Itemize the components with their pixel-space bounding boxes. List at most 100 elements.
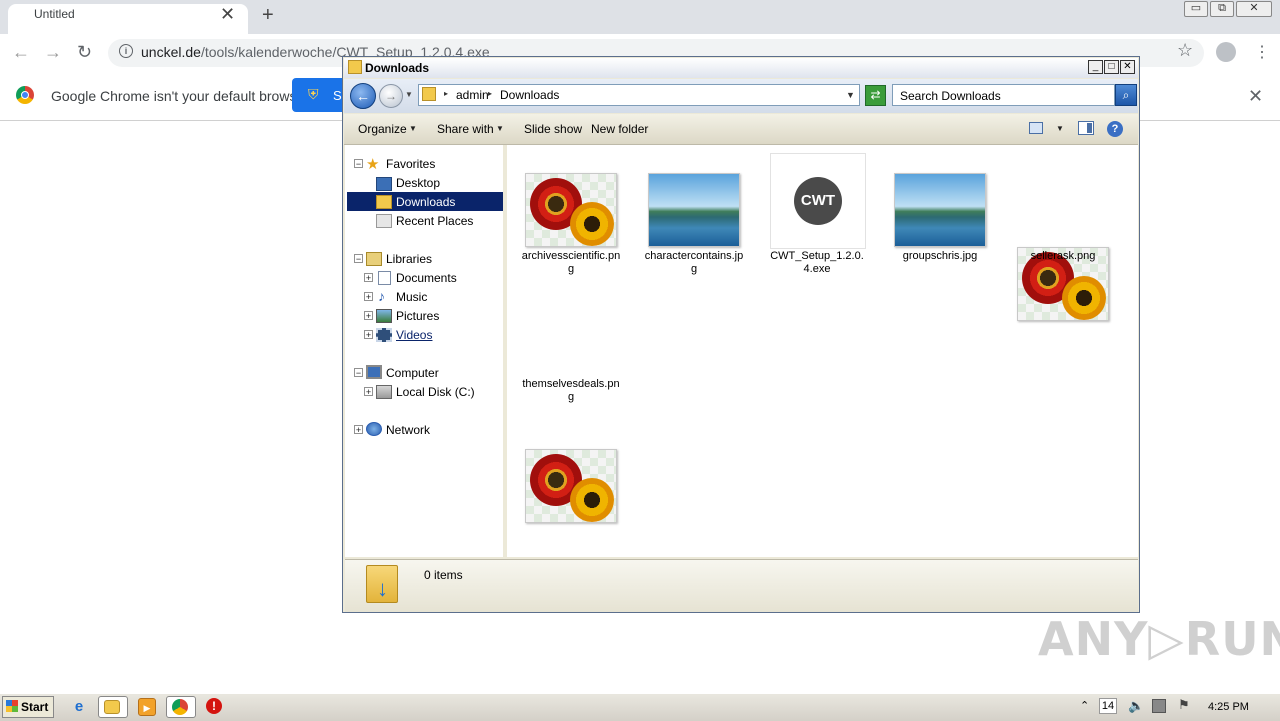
preview-pane-icon[interactable] — [1078, 121, 1094, 135]
help-icon[interactable]: ? — [1107, 121, 1123, 137]
recent-pages-dropdown-icon[interactable]: ▼ — [405, 90, 413, 99]
videos-icon — [376, 328, 392, 342]
clock[interactable]: 4:25 PM — [1208, 701, 1249, 713]
file-name[interactable]: sellerask.png — [1013, 250, 1113, 263]
explorer-forward-button[interactable]: → — [379, 84, 403, 108]
breadcrumb-chevron-icon[interactable]: ▸ — [444, 89, 448, 98]
nav-favorites[interactable]: Favorites — [386, 157, 435, 171]
address-folder-icon — [422, 87, 436, 101]
file-name[interactable]: charactercontains.jpg — [644, 250, 744, 276]
volume-icon[interactable]: 🔈 — [1128, 698, 1144, 714]
search-placeholder: Search Downloads — [900, 89, 1001, 103]
chevron-down-icon[interactable]: ▼ — [409, 124, 417, 133]
set-as-default-label: S — [333, 88, 342, 103]
expand-icon[interactable]: + — [364, 292, 373, 302]
chrome-logo-icon — [16, 86, 34, 104]
file-name[interactable]: themselvesdeals.png — [521, 378, 621, 404]
nav-videos[interactable]: Videos — [396, 328, 432, 342]
nav-network[interactable]: Network — [386, 423, 430, 437]
chrome-menu-icon[interactable]: ⋮ — [1254, 42, 1270, 62]
file-thumbnail[interactable] — [525, 173, 617, 247]
local-disk-icon — [376, 385, 392, 399]
breadcrumb-chevron-icon[interactable]: ▸ — [488, 89, 492, 98]
file-thumbnail[interactable] — [894, 173, 986, 247]
share-with-button[interactable]: Share with — [437, 122, 494, 136]
organize-button[interactable]: Organize — [358, 122, 407, 136]
music-icon: ♪ — [378, 288, 385, 304]
infobar-close-icon[interactable]: ✕ — [1248, 86, 1263, 107]
nav-libraries[interactable]: Libraries — [386, 252, 432, 266]
explorer-minimize-button[interactable]: _ — [1088, 60, 1103, 74]
chrome-minimize-button[interactable]: ▭ — [1184, 1, 1208, 17]
back-arrow-icon[interactable]: ← — [12, 42, 30, 63]
explorer-close-button[interactable]: ✕ — [1120, 60, 1135, 74]
url-host: unckel.de — [141, 44, 201, 60]
nav-documents[interactable]: Documents — [396, 271, 457, 285]
shield-icon: ⛨ — [308, 86, 319, 102]
file-thumbnail[interactable] — [525, 449, 617, 523]
expand-icon[interactable]: + — [364, 387, 373, 397]
computer-icon — [366, 365, 382, 379]
network-status-icon[interactable] — [1152, 699, 1166, 713]
nav-computer[interactable]: Computer — [386, 366, 439, 380]
chrome-icon — [172, 699, 188, 715]
folder-icon — [104, 700, 120, 714]
explorer-back-button[interactable]: ← — [350, 83, 376, 109]
media-player-icon[interactable]: ▶ — [138, 698, 156, 716]
chevron-down-icon[interactable]: ▼ — [496, 124, 504, 133]
file-name[interactable]: CWT_Setup_1.2.0.4.exe — [767, 250, 867, 276]
item-count: 0 items — [424, 568, 463, 582]
nav-music[interactable]: Music — [396, 290, 427, 304]
profile-avatar-icon[interactable] — [1216, 42, 1236, 62]
antivirus-icon[interactable]: ! — [206, 698, 222, 714]
breadcrumb-admin[interactable]: admin — [456, 88, 489, 102]
new-tab-button[interactable]: + — [262, 4, 274, 27]
folder-icon — [348, 60, 362, 74]
expand-icon[interactable]: + — [364, 273, 373, 283]
tab-close-icon[interactable]: ✕ — [220, 4, 235, 25]
collapse-icon[interactable]: − — [354, 159, 363, 169]
address-history-dropdown-icon[interactable]: ▼ — [846, 90, 855, 100]
file-name[interactable]: archivesscientific.png — [521, 250, 621, 276]
nav-local-disk[interactable]: Local Disk (C:) — [396, 385, 475, 399]
nav-recent-places[interactable]: Recent Places — [396, 214, 473, 228]
documents-icon — [378, 271, 391, 285]
search-icon[interactable]: ⌕ — [1115, 84, 1137, 106]
windows-logo-icon — [6, 700, 18, 712]
forward-arrow-icon[interactable]: → — [44, 42, 62, 63]
explorer-titlebar[interactable] — [344, 58, 1138, 78]
internet-explorer-icon[interactable]: e — [70, 698, 88, 716]
chrome-close-button[interactable]: ✕ — [1236, 1, 1272, 17]
nav-pictures[interactable]: Pictures — [396, 309, 439, 323]
refresh-icon[interactable]: ⇄ — [865, 85, 886, 106]
collapse-icon[interactable]: − — [354, 254, 363, 264]
nav-downloads[interactable]: Downloads — [396, 195, 455, 209]
explorer-title: Downloads — [365, 61, 430, 75]
star-icon: ★ — [366, 156, 380, 173]
expand-icon[interactable]: + — [364, 330, 373, 340]
file-thumbnail[interactable] — [648, 173, 740, 247]
language-indicator[interactable]: 14 — [1099, 698, 1117, 714]
new-folder-button[interactable]: New folder — [591, 122, 648, 136]
desktop-icon — [376, 177, 392, 191]
anyrun-watermark: ANY▷RUN — [1038, 612, 1280, 666]
site-info-icon[interactable]: i — [119, 44, 133, 58]
breadcrumb-downloads[interactable]: Downloads — [500, 88, 559, 102]
nav-desktop[interactable]: Desktop — [396, 176, 440, 190]
action-center-flag-icon[interactable]: ⚑ — [1178, 697, 1190, 713]
expand-icon[interactable]: + — [364, 311, 373, 321]
file-name[interactable]: groupschris.jpg — [890, 250, 990, 263]
show-hidden-icons-icon[interactable]: ⌃ — [1080, 699, 1089, 712]
expand-icon[interactable]: + — [354, 425, 363, 435]
chevron-down-icon[interactable]: ▼ — [1056, 124, 1064, 133]
collapse-icon[interactable]: − — [354, 368, 363, 378]
libraries-icon — [366, 252, 382, 266]
chrome-restore-button[interactable]: ⧉ — [1210, 1, 1234, 17]
explorer-maximize-button[interactable]: □ — [1104, 60, 1119, 74]
reload-icon[interactable]: ↻ — [77, 42, 92, 63]
change-view-icon[interactable] — [1029, 122, 1043, 134]
slide-show-button[interactable]: Slide show — [524, 122, 582, 136]
cwt-app-icon: CWT — [794, 177, 842, 225]
downloads-folder-icon — [376, 195, 392, 209]
bookmark-star-icon[interactable]: ☆ — [1177, 40, 1193, 61]
